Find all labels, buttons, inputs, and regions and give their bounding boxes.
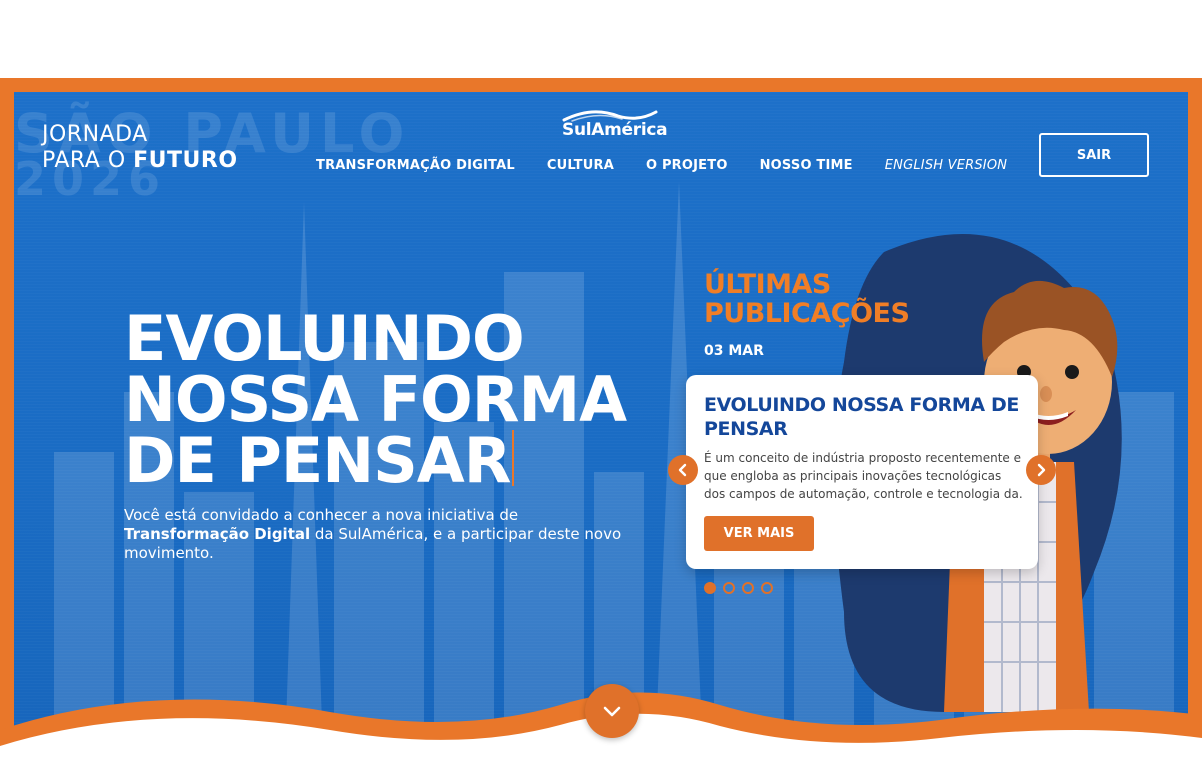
publications-title-line-2: PUBLICAÇÕES	[704, 298, 910, 329]
chevron-right-icon	[1037, 463, 1046, 477]
intro-text-bold: Transformação Digital	[124, 525, 311, 543]
brand-title[interactable]: JORNADA PARA O FUTURO	[42, 122, 238, 174]
nav-item-nosso-time[interactable]: NOSSO TIME	[760, 158, 853, 173]
carousel-dot-2[interactable]	[723, 582, 735, 594]
brand-line-2: PARA O FUTURO	[42, 148, 238, 174]
nav-item-cultura[interactable]: CULTURA	[547, 158, 614, 173]
nav-item-transformacao-digital[interactable]: TRANSFORMAÇÃO DIGITAL	[316, 158, 515, 173]
headline-line-2: NOSSA FORMA	[124, 363, 627, 436]
carousel-prev-button[interactable]	[668, 455, 698, 485]
publication-date: 03 MAR	[704, 343, 764, 359]
ver-mais-button[interactable]: VER MAIS	[704, 516, 814, 551]
hero-headline: EVOLUINDO NOSSA FORMA DE PENSAR	[124, 302, 627, 492]
hero-section: SÃO PAULO 2026 JORNADA PARA O FUTURO Sul…	[14, 92, 1188, 780]
headline-line-1: EVOLUINDO	[124, 302, 525, 375]
carousel-dot-3[interactable]	[742, 582, 754, 594]
carousel-dot-1[interactable]	[704, 582, 716, 594]
sulamerica-logo[interactable]: SulAmérica	[556, 106, 668, 142]
carousel-dots	[704, 582, 773, 594]
main-nav: TRANSFORMAÇÃO DIGITAL CULTURA O PROJETO …	[316, 158, 1007, 173]
logo-text: SulAmérica	[562, 120, 668, 140]
scroll-down-button[interactable]	[585, 684, 639, 738]
latest-publications-title: ÚLTIMAS PUBLICAÇÕES	[704, 269, 910, 329]
chevron-down-icon	[603, 706, 621, 717]
nav-item-english-version[interactable]: ENGLISH VERSION	[885, 158, 1007, 173]
brand-line-2-prefix: PARA O	[42, 148, 134, 173]
nav-item-o-projeto[interactable]: O PROJETO	[646, 158, 728, 173]
headline-line-3-wrap: DE PENSAR	[124, 430, 626, 492]
publication-card-title[interactable]: EVOLUINDO NOSSA FORMA DE PENSAR	[704, 393, 1024, 441]
sair-button[interactable]: SAIR	[1039, 133, 1149, 177]
brand-line-2-bold: FUTURO	[133, 148, 238, 173]
publication-card-text: É um conceito de indústria proposto rece…	[704, 451, 1023, 501]
headline-line-3: DE PENSAR	[124, 424, 511, 497]
hero-intro-text: Você está convidado a conhecer a nova in…	[124, 506, 624, 563]
carousel-next-button[interactable]	[1026, 455, 1056, 485]
typing-cursor	[512, 430, 515, 486]
carousel-dot-4[interactable]	[761, 582, 773, 594]
hero-frame: SÃO PAULO 2026 JORNADA PARA O FUTURO Sul…	[0, 78, 1202, 780]
publications-title-line-1: ÚLTIMAS	[704, 269, 831, 300]
intro-text-start: Você está convidado a conhecer a nova in…	[124, 506, 519, 524]
publication-card: EVOLUINDO NOSSA FORMA DE PENSAR É um con…	[686, 375, 1038, 569]
chevron-left-icon	[678, 463, 687, 477]
brand-line-1: JORNADA	[42, 122, 148, 147]
